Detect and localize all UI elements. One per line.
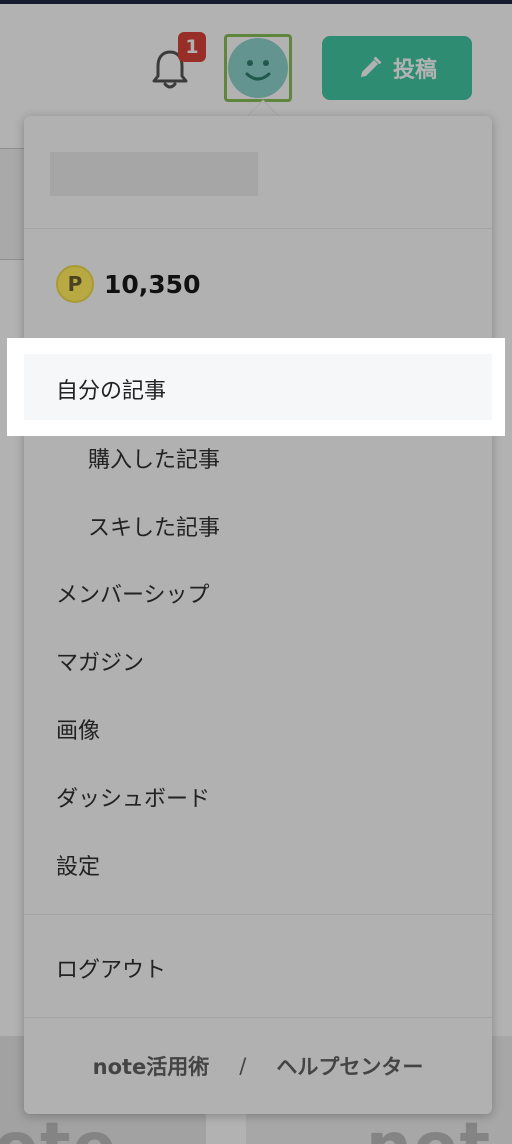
- menu-item-membership[interactable]: メンバーシップ: [56, 577, 210, 609]
- points-balance[interactable]: P 10,350: [56, 264, 200, 304]
- menu-item-purchased-articles[interactable]: 購入した記事: [88, 442, 220, 474]
- footer-link-help-center[interactable]: ヘルプセンター: [276, 1051, 423, 1081]
- points-value: 10,350: [104, 269, 201, 299]
- menu-item-images[interactable]: 画像: [56, 713, 100, 745]
- menu-item-my-articles[interactable]: 自分の記事: [56, 373, 166, 405]
- menu-item-liked-articles[interactable]: スキした記事: [88, 510, 220, 542]
- point-coin-icon: P: [56, 265, 94, 303]
- footer-separator: /: [239, 1054, 247, 1078]
- menu-item-magazine[interactable]: マガジン: [56, 645, 144, 677]
- footer-link-note-tips[interactable]: note活用術: [93, 1051, 210, 1081]
- menu-divider: [24, 1017, 492, 1018]
- menu-divider: [24, 914, 492, 915]
- menu-item-dashboard[interactable]: ダッシュボード: [56, 781, 210, 813]
- menu-footer: note活用術 / ヘルプセンター: [24, 1046, 492, 1086]
- menu-item-settings[interactable]: 設定: [56, 849, 100, 881]
- menu-divider: [24, 228, 492, 229]
- menu-item-logout[interactable]: ログアウト: [56, 952, 166, 984]
- username-placeholder: [50, 152, 258, 196]
